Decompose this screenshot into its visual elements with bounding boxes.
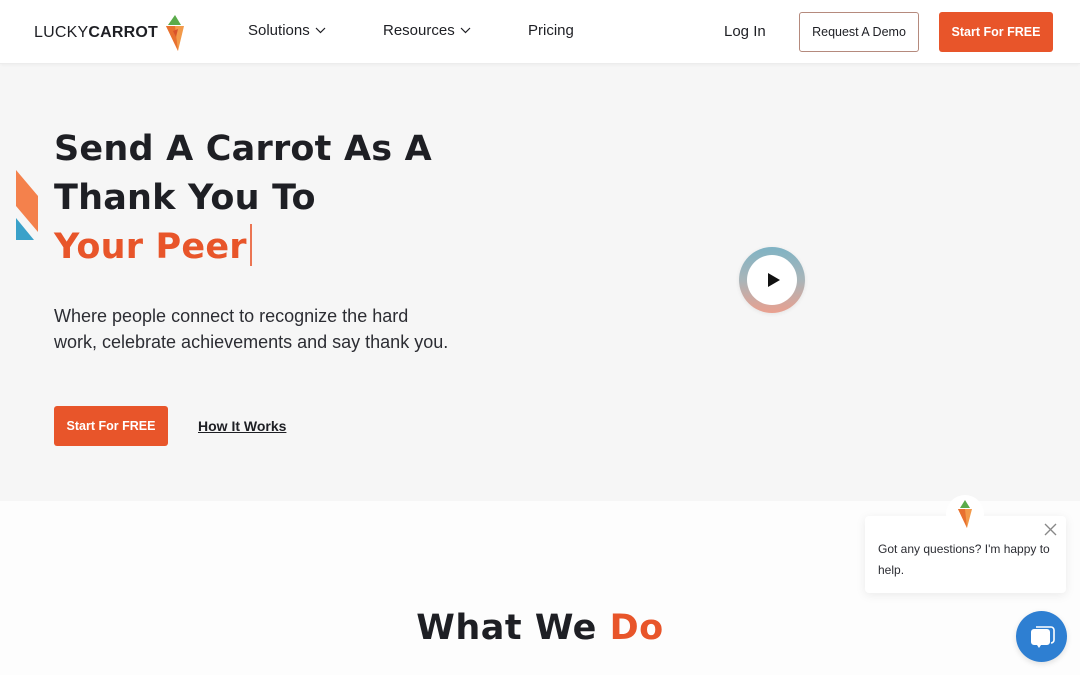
chat-icon xyxy=(1030,625,1055,648)
chat-message: Got any questions? I'm happy to help. xyxy=(878,542,1050,577)
carrot-logo-icon xyxy=(166,15,184,51)
nav-pricing-label: Pricing xyxy=(528,22,574,39)
hero-title-line2: Thank You To xyxy=(54,178,316,218)
site-header: LUCKYCARROT Solutions Resources Pricing … xyxy=(0,0,1080,64)
logo-text: LUCKYCARROT xyxy=(34,24,158,42)
start-free-hero-button[interactable]: Start For FREE xyxy=(54,406,168,446)
typing-cursor xyxy=(249,224,252,266)
start-free-nav-button[interactable]: Start For FREE xyxy=(939,12,1053,52)
hero-title: Send A Carrot As A Thank You To Your Pee… xyxy=(54,125,474,272)
play-video-button[interactable] xyxy=(739,247,805,313)
request-demo-button[interactable]: Request A Demo xyxy=(799,12,919,52)
hero-title-line1: Send A Carrot As A xyxy=(54,129,432,169)
play-button-inner xyxy=(747,255,797,305)
section-title-what-we-do: What We Do xyxy=(0,608,1080,648)
nav-solutions-label: Solutions xyxy=(248,22,310,39)
nav-resources[interactable]: Resources xyxy=(383,22,471,39)
chat-launcher-button[interactable] xyxy=(1016,611,1067,662)
carrot-avatar-icon xyxy=(958,500,972,528)
nav-solutions[interactable]: Solutions xyxy=(248,22,326,39)
logo[interactable]: LUCKYCARROT xyxy=(34,12,186,54)
login-link[interactable]: Log In xyxy=(724,23,766,40)
nav-pricing[interactable]: Pricing xyxy=(528,22,574,39)
play-icon xyxy=(767,273,780,287)
section-title-plain: What We xyxy=(416,608,610,648)
hero-title-accent: Your Peer xyxy=(54,227,247,267)
logo-text-light: LUCKY xyxy=(34,24,89,41)
hero-subtitle: Where people connect to recognize the ha… xyxy=(54,306,449,352)
chevron-down-icon xyxy=(460,27,471,34)
decorative-shape-icon xyxy=(16,170,38,240)
chat-avatar xyxy=(946,495,984,533)
chevron-down-icon xyxy=(315,27,326,34)
how-it-works-link[interactable]: How It Works xyxy=(198,418,286,434)
nav-resources-label: Resources xyxy=(383,22,455,39)
section-title-accent: Do xyxy=(609,608,664,648)
logo-text-bold: CARROT xyxy=(88,24,158,41)
hero-section: Send A Carrot As A Thank You To Your Pee… xyxy=(0,64,1080,501)
close-icon[interactable] xyxy=(1044,523,1057,536)
